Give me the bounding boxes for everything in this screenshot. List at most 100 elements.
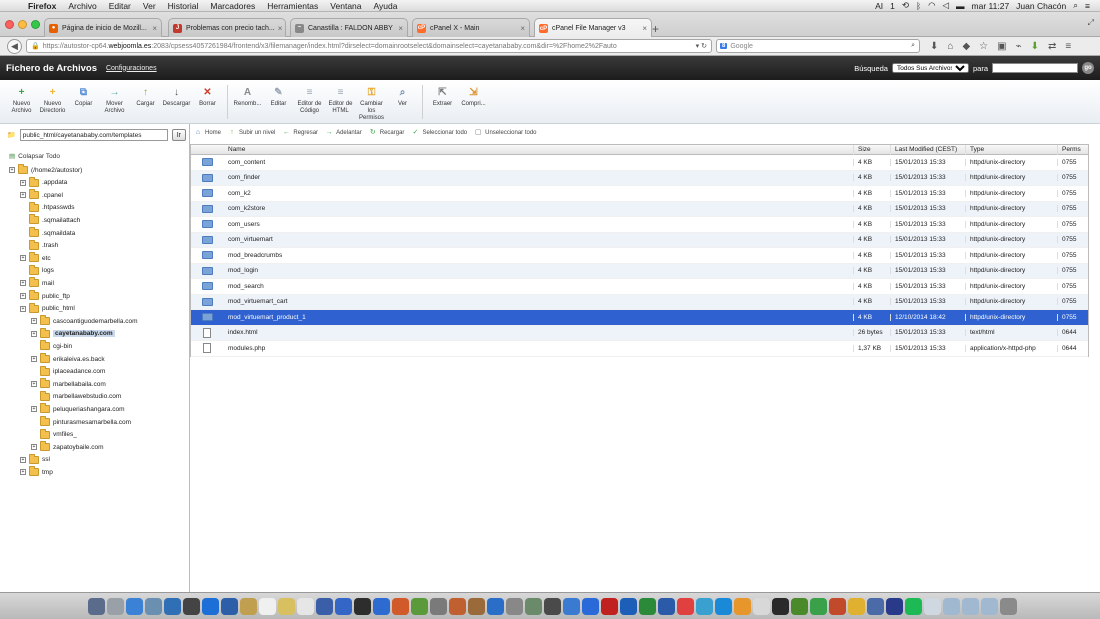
dock-app-icon[interactable] <box>411 598 428 615</box>
tree-node[interactable]: + tmp <box>20 466 53 478</box>
home-button[interactable]: ⌂ Home <box>194 129 221 137</box>
tree-node[interactable]: marbellawebstudio.com <box>31 390 121 403</box>
file-name[interactable]: mod_virtuemart_product_1 <box>223 314 853 321</box>
dock-app-icon[interactable] <box>183 598 200 615</box>
dock-app-icon[interactable] <box>525 598 542 615</box>
go-button[interactable]: go <box>1082 62 1094 74</box>
search-engine-box[interactable]: 8 Google ⌕ <box>716 39 920 53</box>
download-button[interactable]: ↓ Descargar <box>161 80 192 108</box>
table-row[interactable]: mod_breadcrumbs 4 KB 15/01/2013 15:33 httpd… <box>191 248 1088 264</box>
bookmark-star-icon[interactable]: ☆ <box>979 41 988 52</box>
new-file-button[interactable]: + Nuevo Archivo <box>6 80 37 115</box>
dock-app-icon[interactable] <box>316 598 333 615</box>
tree-node-label[interactable]: (/home2/autostor) <box>31 167 82 174</box>
pocket-icon[interactable]: ◆ <box>962 41 970 52</box>
dock-app-icon[interactable] <box>563 598 580 615</box>
file-name[interactable]: com_content <box>223 159 853 166</box>
file-name[interactable]: com_k2 <box>223 190 853 197</box>
tree-node-label[interactable]: public_html <box>42 305 75 312</box>
permissions-button[interactable]: ⚿ Cambiar los Permisos <box>356 80 387 122</box>
bookmarks-menu-icon[interactable]: ▣ <box>997 41 1006 52</box>
notification-center-icon[interactable]: ≡ <box>1085 1 1090 11</box>
file-perms[interactable]: 0755 <box>1057 189 1088 197</box>
tree-node-label[interactable]: pinturasmesamarbella.com <box>53 419 131 426</box>
tab-4[interactable]: cP cPanel X - Main × <box>412 18 530 37</box>
dock-app-icon[interactable] <box>240 598 257 615</box>
tree-node[interactable]: + ssl <box>20 453 50 466</box>
file-name[interactable]: com_users <box>223 221 853 228</box>
tree-node[interactable]: cgi-bin <box>31 340 72 352</box>
tab-2[interactable]: J Problemas con precio tach... × <box>168 18 286 37</box>
time-machine-icon[interactable]: ⟲ <box>902 0 909 11</box>
menu-ayuda[interactable]: Ayuda <box>368 1 404 11</box>
copy-button[interactable]: ⧉ Copiar <box>68 80 99 108</box>
tree-node[interactable]: + erikaleiva.es.back <box>31 353 105 365</box>
menu-hamburger-icon[interactable]: ≡ <box>1065 41 1071 52</box>
table-row[interactable]: com_k2 4 KB 15/01/2013 15:33 httpd/unix-dir… <box>191 186 1088 202</box>
file-name[interactable]: com_finder <box>223 174 853 181</box>
menu-ventana[interactable]: Ventana <box>324 1 367 11</box>
table-row[interactable]: com_k2store 4 KB 15/01/2013 15:33 httpd/uni… <box>191 201 1088 217</box>
tab-5[interactable]: cP cPanel File Manager v3 × <box>534 18 652 38</box>
tree-node[interactable]: iplaceadance.com <box>31 365 105 378</box>
file-name[interactable]: mod_search <box>223 283 853 290</box>
type-column-header[interactable]: Type <box>965 144 1057 155</box>
reload-icon[interactable]: ▾ ↻ <box>696 42 711 50</box>
tree-node-label[interactable]: tmp <box>42 469 53 476</box>
dock-app-icon[interactable] <box>905 598 922 615</box>
tree-node[interactable]: + .cpanel <box>20 189 63 201</box>
tree-node[interactable]: vmfiles_ <box>31 428 77 441</box>
tree-node[interactable]: + zapatoybaile.com <box>31 441 104 453</box>
tree-node-label[interactable]: public_ftp <box>42 293 70 300</box>
close-tab-icon[interactable]: × <box>517 24 525 33</box>
tree-node-label[interactable]: .cpanel <box>42 192 63 199</box>
file-perms[interactable]: 0755 <box>1057 267 1088 275</box>
tree-node-label[interactable]: etc <box>42 255 51 262</box>
tree-node-label[interactable]: cayetanababy.com <box>53 330 115 338</box>
table-row[interactable]: com_finder 4 KB 15/01/2013 15:33 httpd/unix… <box>191 170 1088 186</box>
size-column-header[interactable]: Size <box>853 144 890 155</box>
tree-node[interactable]: + public_ftp <box>20 290 70 302</box>
url-bar[interactable]: 🔒 https://autostor-cp64. webjoomla.es:208… <box>26 39 712 53</box>
flag-icon[interactable]: ▬ <box>956 1 965 11</box>
dock-app-icon[interactable] <box>886 598 903 615</box>
file-name[interactable]: mod_breadcrumbs <box>223 252 853 259</box>
tree-node-label[interactable]: .trash <box>42 242 58 249</box>
dock-app-icon[interactable] <box>848 598 865 615</box>
expand-icon[interactable]: + <box>20 255 26 262</box>
dock-app-icon[interactable] <box>506 598 523 615</box>
expand-icon[interactable]: + <box>31 330 37 337</box>
google-icon[interactable]: 8 <box>720 43 728 49</box>
new-tab-button[interactable]: + <box>652 22 659 36</box>
table-row[interactable]: com_virtuemart 4 KB 15/01/2013 15:33 httpd/… <box>191 232 1088 248</box>
name-column-header[interactable]: Name <box>223 145 853 155</box>
file-perms[interactable]: 0755 <box>1057 158 1088 166</box>
dock-app-icon[interactable] <box>544 598 561 615</box>
tree-node-label[interactable]: marbellabaila.com <box>53 381 106 388</box>
expand-icon[interactable]: + <box>31 406 37 413</box>
tree-node-label[interactable]: cascoantiguodemarbella.com <box>53 318 138 325</box>
search-input[interactable] <box>992 63 1078 73</box>
menu-editar[interactable]: Editar <box>103 1 137 11</box>
file-perms[interactable]: 0644 <box>1057 344 1088 352</box>
rename-button[interactable]: A Renomb... <box>232 80 263 108</box>
delete-button[interactable]: ✕ Borrar <box>192 80 223 108</box>
dock-app-icon[interactable] <box>297 598 314 615</box>
expand-icon[interactable]: + <box>20 469 26 476</box>
table-row[interactable]: mod_virtuemart_product_1 4 KB 12/10/2014 1… <box>191 310 1088 326</box>
table-row[interactable]: mod_search 4 KB 15/01/2013 15:33 httpd/unix… <box>191 279 1088 295</box>
tab-3[interactable]: ~ Canastilla : FALDON ABBY × <box>290 18 408 37</box>
file-perms[interactable]: 0755 <box>1057 205 1088 213</box>
spotlight-icon[interactable]: ⌕ <box>1073 0 1078 11</box>
dock-app-icon[interactable] <box>468 598 485 615</box>
addon-arrow-icon[interactable]: ⬇ <box>1031 41 1039 52</box>
close-tab-icon[interactable]: × <box>395 24 403 33</box>
compress-button[interactable]: ⇲ Compri... <box>458 80 489 108</box>
dock-app-icon[interactable] <box>1000 598 1017 615</box>
file-perms[interactable]: 0755 <box>1057 236 1088 244</box>
expand-icon[interactable]: + <box>9 167 15 173</box>
dock-app-icon[interactable] <box>658 598 675 615</box>
tree-node-label[interactable]: .appdata <box>42 179 67 186</box>
volume-icon[interactable]: ◁ <box>942 0 949 11</box>
tree-node-label[interactable]: .sqmailattach <box>42 217 80 224</box>
